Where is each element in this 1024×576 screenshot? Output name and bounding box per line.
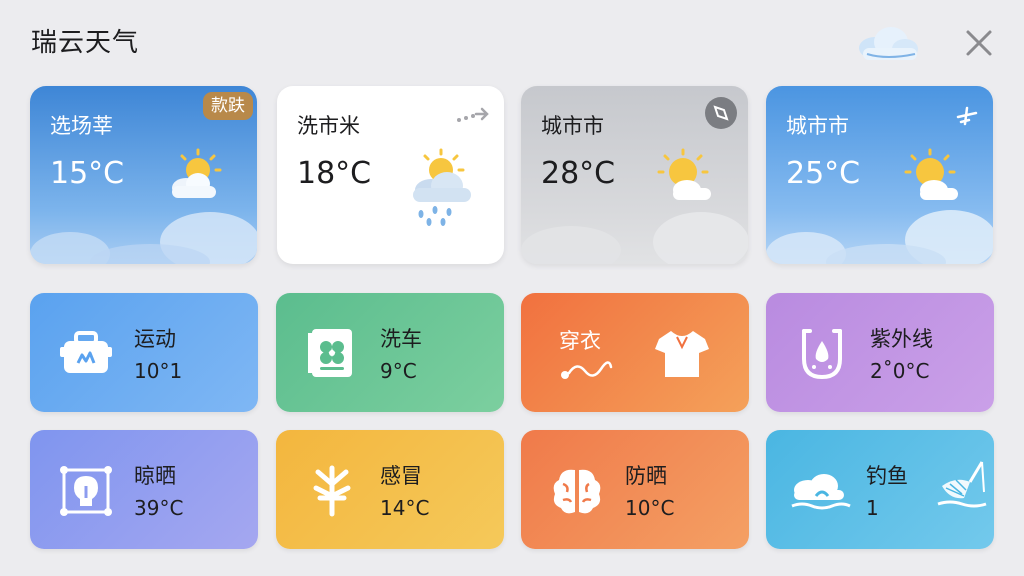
index-tile-clothes[interactable]: 穿衣 <box>521 293 749 412</box>
city-badge: 款趺 <box>203 92 253 120</box>
index-tile-sunscreen[interactable]: 防晒 10°C <box>521 430 749 549</box>
tile-value: 1 <box>866 496 879 520</box>
toolbox-icon <box>60 331 112 373</box>
tile-value: 39°C <box>134 496 184 520</box>
wind-arrow-icon <box>457 107 489 122</box>
partly-sunny-icon <box>172 148 222 198</box>
app-title: 瑞云天气 <box>31 28 140 58</box>
city-name: 洗市米 <box>297 114 360 138</box>
index-tile-fishing[interactable]: 钓鱼 1 <box>766 430 994 549</box>
tile-label: 晾晒 <box>134 464 176 488</box>
compass-icon[interactable] <box>704 96 738 130</box>
tile-value: 10°1 <box>134 359 183 383</box>
fishing-icon <box>791 474 851 510</box>
uv-drop-icon <box>802 329 842 380</box>
tile-value: 9°C <box>380 359 417 383</box>
tile-value: 2˚0°C <box>870 359 930 383</box>
tile-label: 运动 <box>134 327 176 351</box>
index-tile-sport[interactable]: 运动 10°1 <box>30 293 258 412</box>
city-card-1[interactable]: 款趺 选场莘 15°C <box>30 86 257 264</box>
city-temperature: 18°C <box>297 156 372 191</box>
index-tile-carwash[interactable]: 洗车 9°C <box>276 293 504 412</box>
sun-rain-icon <box>413 148 471 226</box>
cloud-icon <box>859 27 918 60</box>
brain-icon <box>553 469 601 514</box>
tile-label: 感冒 <box>380 464 422 488</box>
tile-label: 防晒 <box>625 464 667 488</box>
partly-sunny-icon <box>657 148 711 200</box>
city-temperature: 28°C <box>541 156 616 191</box>
close-icon[interactable] <box>960 24 998 62</box>
airplane-icon <box>956 106 978 126</box>
city-card-4[interactable]: 城市市 25°C <box>766 86 993 264</box>
index-tile-uv[interactable]: 紫外线 2˚0°C <box>766 293 994 412</box>
wheat-icon <box>313 465 351 517</box>
fishing-net-icon <box>937 461 987 508</box>
tile-value: 10°C <box>625 496 675 520</box>
city-name: 城市市 <box>786 114 849 138</box>
city-temperature: 25°C <box>786 156 861 191</box>
lightbulb-network-icon <box>60 466 112 516</box>
tile-value: 14°C <box>380 496 430 520</box>
city-name: 城市市 <box>541 114 604 138</box>
city-card-2[interactable]: 洗市米 18°C <box>277 86 504 264</box>
tile-label: 钓鱼 <box>866 464 908 488</box>
tile-label: 紫外线 <box>870 327 933 351</box>
partly-sunny-icon <box>904 148 958 200</box>
wave-icon <box>561 361 613 379</box>
city-name: 选场莘 <box>50 114 113 138</box>
city-temperature: 15°C <box>50 156 125 191</box>
tshirt-icon <box>655 331 709 377</box>
tile-label: 洗车 <box>380 327 422 351</box>
tile-label: 穿衣 <box>559 329 601 353</box>
city-card-3[interactable]: 城市市 28°C <box>521 86 748 264</box>
car-wash-icon <box>308 329 352 377</box>
index-tile-cold[interactable]: 感冒 14°C <box>276 430 504 549</box>
index-tile-drying[interactable]: 晾晒 39°C <box>30 430 258 549</box>
